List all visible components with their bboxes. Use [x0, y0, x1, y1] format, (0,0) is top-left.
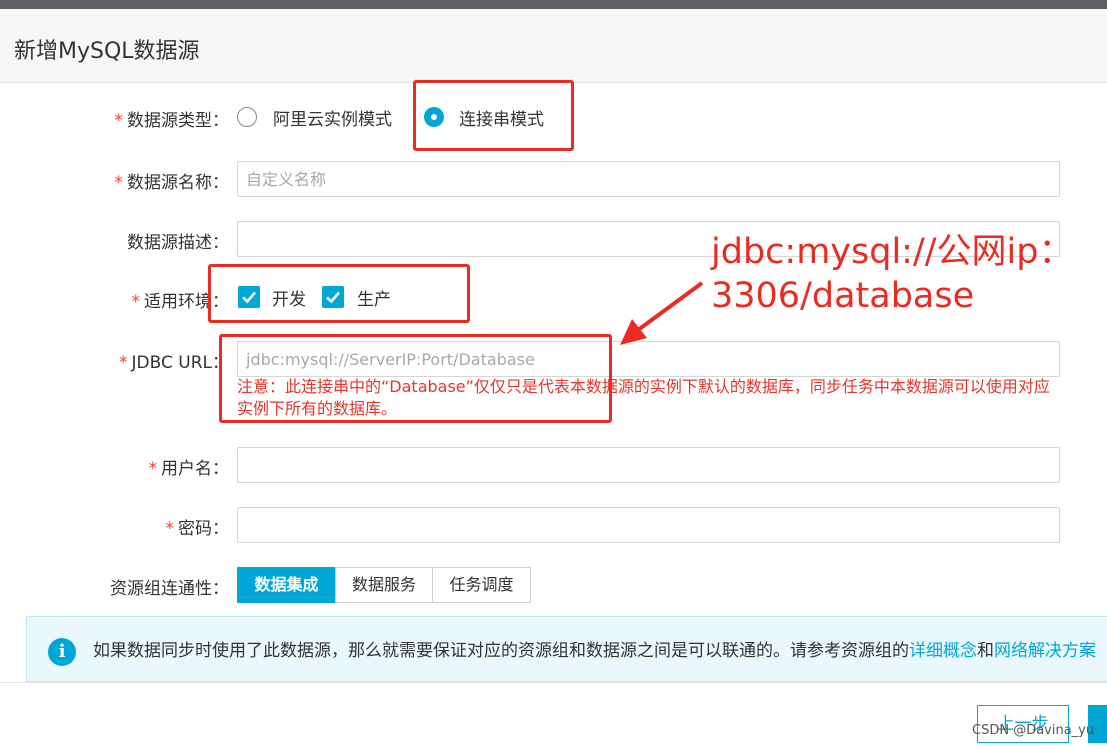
annotation-arrow-icon — [620, 281, 704, 345]
annotation-line-1: jdbc:mysql://公网ip： — [711, 232, 1074, 272]
link-detailed-concept[interactable]: 详细概念 — [909, 641, 977, 661]
name-input[interactable] — [237, 161, 1060, 197]
username-input[interactable] — [237, 447, 1060, 483]
name-label: * 数据源名称： — [114, 173, 230, 193]
required-marker: * — [114, 173, 124, 193]
radio-aliyun-label[interactable]: 阿里云实例模式 — [273, 105, 392, 130]
window-top-bar — [0, 0, 1107, 9]
annotation-box-connection-mode — [413, 80, 574, 151]
annotation-box-jdbc — [219, 334, 612, 423]
dialog-header: 新增MySQL数据源 — [0, 9, 1107, 83]
desc-label: 数据源描述： — [127, 233, 229, 253]
required-marker: * — [148, 459, 158, 479]
tab-task-scheduling[interactable]: 任务调度 — [432, 567, 531, 603]
username-label: * 用户名： — [148, 459, 230, 479]
info-text: 如果数据同步时使用了此数据源，那么就需要保证对应的资源组和数据源之间是可以联通的… — [93, 641, 1096, 661]
type-label: * 数据源类型： — [114, 111, 230, 131]
footer-divider — [0, 682, 1107, 683]
required-marker: * — [165, 519, 175, 539]
password-label: * 密码： — [165, 519, 230, 539]
annotation-box-environment — [208, 264, 470, 323]
info-icon: i — [48, 638, 76, 666]
password-input[interactable] — [237, 507, 1060, 543]
required-marker: * — [131, 292, 141, 312]
watermark: CSDN @Davina_yu — [972, 723, 1095, 738]
required-marker: * — [119, 353, 128, 373]
dialog-title: 新增MySQL数据源 — [14, 39, 200, 64]
link-network-solution[interactable]: 网络解决方案 — [994, 641, 1096, 661]
annotation-line-2: 3306/database — [711, 276, 975, 316]
jdbc-label: * JDBC URL： — [119, 353, 229, 373]
tab-data-service[interactable]: 数据服务 — [335, 567, 433, 603]
radio-aliyun-instance[interactable] — [237, 107, 257, 127]
annotation-text: jdbc:mysql://公网ip： 3306/database — [711, 230, 1074, 318]
tab-data-integration[interactable]: 数据集成 — [237, 567, 336, 603]
info-alert: i 如果数据同步时使用了此数据源，那么就需要保证对应的资源组和数据源之间是可以联… — [26, 616, 1107, 682]
required-marker: * — [114, 111, 124, 131]
resource-label: 资源组连通性： — [110, 579, 229, 599]
